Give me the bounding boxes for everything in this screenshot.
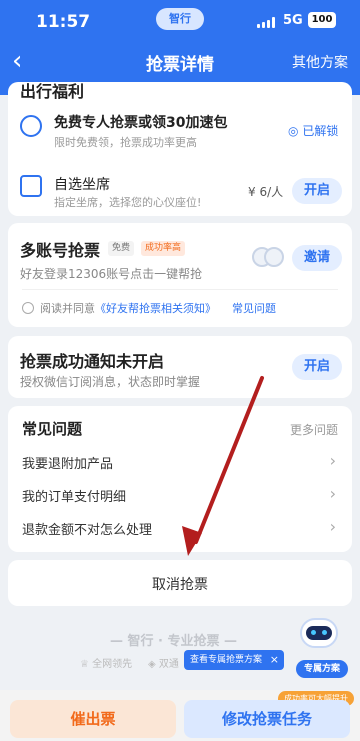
notify-title: 抢票成功通知未开启 xyxy=(20,352,165,371)
seat-price: ¥ 6/人 xyxy=(248,185,284,199)
feature-label: 全网领先 xyxy=(92,659,133,670)
chevron-right-icon: › xyxy=(329,517,336,536)
multi-account-title: 多账号抢票 xyxy=(20,241,101,260)
welfare-item-title: 免费专人抢票或领30加速包 xyxy=(54,115,228,131)
status-bar: 11:57 智行 5G 100 xyxy=(0,0,360,44)
robot-assistant-icon[interactable] xyxy=(296,614,342,658)
feature-label: 双通 xyxy=(158,659,179,670)
cancel-label: 取消抢票 xyxy=(152,577,208,593)
service-agent-icon xyxy=(20,115,42,137)
feature-1: ♕ 全网领先 xyxy=(80,655,132,670)
notify-card: 抢票成功通知未开启 授权微信订阅消息，状态即时掌握 开启 xyxy=(8,336,352,398)
more-faq-link[interactable]: 更多问题 xyxy=(290,421,338,438)
multi-account-sub: 好友登录12306账号点击一键帮抢 xyxy=(20,267,203,281)
battery-icon: 100 xyxy=(308,12,336,28)
agree-text: 阅读并同意《好友帮抢票相关须知》 xyxy=(40,300,216,316)
faq-item[interactable]: 我要退附加产品 xyxy=(22,453,113,472)
modify-task-button[interactable]: 修改抢票任务 xyxy=(184,700,350,738)
faq-card: 常见问题 更多问题 我要退附加产品 › 我的订单支付明细 › 退款金额不对怎么处… xyxy=(8,406,352,552)
seat-icon xyxy=(20,175,42,197)
agree-link[interactable]: 《好友帮抢票相关须知》 xyxy=(95,302,216,315)
friends-avatar-icon xyxy=(252,247,286,269)
agree-prefix: 阅读并同意 xyxy=(40,302,95,315)
seat-select-sub: 指定坐席，选择您的心仪座位! xyxy=(54,196,202,209)
seat-open-button[interactable]: 开启 xyxy=(292,178,342,204)
cancel-button[interactable]: 取消抢票 xyxy=(8,560,352,606)
invite-button[interactable]: 邀请 xyxy=(292,245,342,271)
check-circle-icon: ◎ xyxy=(288,124,299,138)
faq-item[interactable]: 我的订单支付明细 xyxy=(22,486,126,505)
success-rate-tag: 成功率高 xyxy=(141,241,186,256)
notify-open-button[interactable]: 开启 xyxy=(292,354,342,380)
notify-sub: 授权微信订阅消息，状态即时掌握 xyxy=(20,375,201,389)
free-tag: 免费 xyxy=(108,241,135,256)
unlocked-status: ◎ 已解锁 xyxy=(288,122,338,139)
chevron-right-icon: › xyxy=(329,484,336,503)
unlocked-label: 已解锁 xyxy=(302,124,339,138)
signal-icon xyxy=(257,17,275,28)
plan-tooltip[interactable]: 查看专属抢票方案 × xyxy=(184,650,284,670)
feature-2: ◈ 双通 xyxy=(148,655,179,670)
network-label: 5G xyxy=(283,13,303,28)
other-plans-button[interactable]: 其他方案 xyxy=(292,52,348,72)
tooltip-text: 查看专属抢票方案 xyxy=(190,655,263,665)
seat-select-title: 自选坐席 xyxy=(54,177,110,193)
welfare-card: 出行福利 免费专人抢票或领30加速包 限时免费领，抢票成功率更高 ◎ 已解锁 自… xyxy=(8,82,352,216)
brand-slogan: — 智行 · 专业抢票 — xyxy=(110,634,238,649)
status-time: 11:57 xyxy=(36,12,91,32)
multi-account-card: 多账号抢票 免费 成功率高 好友登录12306账号点击一键帮抢 邀请 阅读并同意… xyxy=(8,223,352,327)
welfare-item-sub: 限时免费领，抢票成功率更高 xyxy=(54,136,197,149)
faq-item[interactable]: 退款金额不对怎么处理 xyxy=(22,519,152,538)
chevron-right-icon: › xyxy=(329,451,336,470)
urge-ticket-button[interactable]: 催出票 xyxy=(10,700,176,738)
shield-icon: ◈ xyxy=(148,659,156,670)
faq-link[interactable]: 常见问题 xyxy=(232,300,276,316)
trophy-icon: ♕ xyxy=(80,659,89,670)
welfare-title: 出行福利 xyxy=(20,82,85,101)
close-icon[interactable]: × xyxy=(270,650,279,670)
agree-checkbox[interactable] xyxy=(22,302,34,314)
exclusive-plan-badge[interactable]: 专属方案 xyxy=(296,660,348,678)
faq-title: 常见问题 xyxy=(22,420,83,438)
divider xyxy=(22,289,338,290)
app-pill: 智行 xyxy=(156,8,204,30)
